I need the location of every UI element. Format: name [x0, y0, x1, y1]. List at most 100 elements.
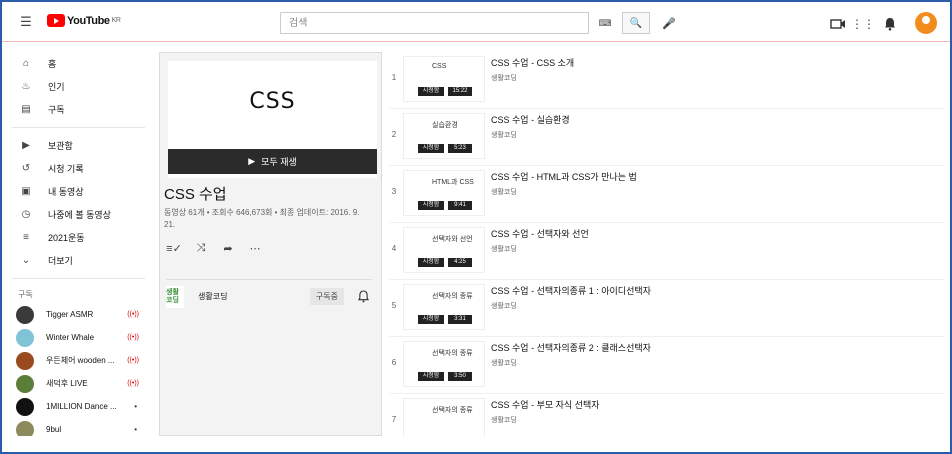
- watched-badge: 시청함: [418, 87, 444, 96]
- playlist-video-row[interactable]: 3 HTML과 CSS 시청함 9:41 CSS 수업 - HTML과 CSS가…: [389, 166, 944, 223]
- mic-icon[interactable]: 🎤: [658, 12, 680, 34]
- search-button[interactable]: 🔍: [622, 12, 650, 34]
- video-index: 2: [391, 130, 397, 139]
- channel-name: 1MILLION Dance ...: [46, 402, 117, 411]
- more-options-icon[interactable]: ⋯: [245, 238, 265, 258]
- video-channel[interactable]: 생활코딩: [491, 301, 651, 311]
- video-thumbnail[interactable]: HTML과 CSS 시청함 9:41: [403, 170, 485, 216]
- video-channel[interactable]: 생활코딩: [491, 415, 600, 425]
- sidebar-item-history[interactable]: ↺ 시청 기록: [12, 157, 145, 180]
- sidebar-item-my-videos[interactable]: ▣ 내 동영상: [12, 180, 145, 203]
- video-title[interactable]: CSS 수업 - HTML과 CSS가 만나는 법: [491, 170, 637, 183]
- video-title[interactable]: CSS 수업 - 실습환경: [491, 113, 570, 126]
- live-indicator-icon: ((•)): [127, 334, 139, 341]
- playlist-title: CSS 수업: [164, 186, 227, 203]
- video-thumbnail[interactable]: 선택자의 종류: [403, 398, 485, 436]
- sidebar-item-label: 2021운동: [48, 233, 85, 243]
- search-input[interactable]: [280, 12, 589, 34]
- sidebar-item-playlist[interactable]: ≡ 2021운동: [12, 226, 145, 249]
- sidebar-item-library[interactable]: ▶ 보관함: [12, 134, 145, 157]
- subscription-item[interactable]: 새덕후 LIVE ((•)): [12, 372, 145, 395]
- sidebar-item-label: 시청 기록: [48, 164, 84, 174]
- save-playlist-icon[interactable]: ≡✓: [164, 238, 184, 258]
- video-thumbnail[interactable]: 선택자와 선언 시청함 4:25: [403, 227, 485, 273]
- video-thumbnail[interactable]: 선택자의 종류 시청함 3:31: [403, 284, 485, 330]
- video-channel[interactable]: 생활코딩: [491, 130, 570, 140]
- shuffle-icon[interactable]: ⤨: [191, 238, 211, 258]
- sidebar-item-subscriptions[interactable]: ▤ 구독: [12, 98, 145, 121]
- video-info: CSS 수업 - 실습환경 생활코딩: [491, 113, 570, 140]
- video-title[interactable]: CSS 수업 - 선택자의종류 1 : 아이디선택자: [491, 284, 651, 297]
- play-all-label: 모두 재생: [261, 157, 297, 167]
- subscribed-button[interactable]: 구독중: [309, 288, 344, 305]
- playlist-icon: ≡: [23, 232, 29, 243]
- playlist-video-row[interactable]: 6 선택자의 종류 시청함 3:50 CSS 수업 - 선택자의종류 2 : 클…: [389, 337, 944, 394]
- video-index: 4: [391, 244, 397, 253]
- sidebar-item-watch-later[interactable]: ◷ 나중에 볼 동영상: [12, 203, 145, 226]
- sidebar-item-trending[interactable]: ♨ 인기: [12, 75, 145, 98]
- sidebar-item-label: 나중에 볼 동영상: [48, 210, 111, 220]
- flame-icon: ♨: [21, 81, 31, 92]
- video-title[interactable]: CSS 수업 - 부모 자식 선택자: [491, 398, 600, 411]
- video-channel[interactable]: 생활코딩: [491, 187, 637, 197]
- video-title[interactable]: CSS 수업 - CSS 소개: [491, 56, 574, 69]
- watched-badge: 시청함: [418, 258, 444, 267]
- notification-bell-icon[interactable]: [354, 288, 372, 306]
- subscription-item[interactable]: 9bul •: [12, 418, 145, 436]
- apps-grid-icon[interactable]: ⋮⋮: [851, 14, 875, 34]
- video-thumbnail[interactable]: CSS 시청함 15:22: [403, 56, 485, 102]
- play-all-button[interactable]: ▶ 모두 재생: [168, 149, 377, 174]
- create-video-icon[interactable]: [828, 14, 848, 34]
- channel-avatar: [16, 397, 34, 416]
- new-content-dot-icon: •: [134, 402, 137, 411]
- share-icon[interactable]: ➦: [218, 238, 238, 258]
- playlist-video-row[interactable]: 1 CSS 시청함 15:22 CSS 수업 - CSS 소개 생활코딩: [389, 52, 944, 109]
- history-icon: ↺: [21, 163, 31, 174]
- video-thumbnail[interactable]: 선택자의 종류 시청함 3:50: [403, 341, 485, 387]
- video-channel[interactable]: 생활코딩: [491, 73, 574, 83]
- sidebar-item-label: 인기: [48, 82, 65, 92]
- sidebar-item-label: 내 동영상: [48, 187, 84, 197]
- new-content-dot-icon: •: [134, 425, 137, 434]
- playlist-video-row[interactable]: 2 실습환경 시청함 5:23 CSS 수업 - 실습환경 생활코딩: [389, 109, 944, 166]
- playlist-actions: ≡✓ ⤨ ➦ ⋯: [164, 238, 265, 258]
- live-indicator-icon: ((•)): [127, 357, 139, 364]
- watched-badge: 시청함: [418, 372, 444, 381]
- thumbnail-caption: CSS: [432, 63, 447, 70]
- video-index: 7: [391, 415, 397, 424]
- playlist-video-row[interactable]: 7 선택자의 종류 CSS 수업 - 부모 자식 선택자 생활코딩: [389, 394, 944, 436]
- my-videos-icon: ▣: [21, 186, 31, 197]
- keyboard-icon[interactable]: ⌨: [598, 16, 612, 30]
- thumbnail-caption: 선택자의 종류: [432, 293, 473, 300]
- logo-text: YouTube: [67, 14, 110, 27]
- subscription-item[interactable]: 1MILLION Dance ... •: [12, 395, 145, 418]
- duration-badge: 4:25: [448, 258, 472, 267]
- home-icon: ⌂: [22, 58, 30, 69]
- video-info: CSS 수업 - CSS 소개 생활코딩: [491, 56, 574, 83]
- video-channel[interactable]: 생활코딩: [491, 244, 589, 254]
- menu-icon[interactable]: ☰: [14, 10, 38, 34]
- youtube-playlist-page: ☰ YouTube KR ⌨ 🔍 🎤 ⋮⋮ ⌂ 홈 ♨ 인기 ▤: [0, 0, 952, 454]
- watched-badge: 시청함: [418, 201, 444, 210]
- subscription-item[interactable]: Tigger ASMR ((•)): [12, 303, 145, 326]
- sidebar-divider: [12, 278, 145, 279]
- video-thumbnail[interactable]: 실습환경 시청함 5:23: [403, 113, 485, 159]
- video-channel[interactable]: 생활코딩: [491, 358, 651, 368]
- playlist-video-row[interactable]: 4 선택자와 선언 시청함 4:25 CSS 수업 - 선택자와 선언 생활코딩: [389, 223, 944, 280]
- notifications-bell-icon[interactable]: [882, 14, 898, 34]
- sidebar-item-show-more[interactable]: ⌄ 더보기: [12, 249, 145, 272]
- thumbnail-caption: 선택자와 선언: [432, 236, 473, 243]
- video-title[interactable]: CSS 수업 - 선택자와 선언: [491, 227, 589, 240]
- youtube-logo[interactable]: YouTube KR: [47, 14, 121, 27]
- owner-name[interactable]: 생활코딩: [198, 291, 227, 302]
- channel-name: 우든체어 wooden ...: [46, 356, 115, 365]
- youtube-play-icon: [47, 14, 65, 27]
- owner-avatar[interactable]: 생활코딩: [166, 285, 184, 308]
- playlist-video-row[interactable]: 5 선택자의 종류 시청함 3:31 CSS 수업 - 선택자의종류 1 : 아…: [389, 280, 944, 337]
- account-avatar[interactable]: [915, 12, 937, 34]
- playlist-thumbnail-text: CSS: [249, 89, 296, 114]
- sidebar-item-home[interactable]: ⌂ 홈: [12, 52, 145, 75]
- video-title[interactable]: CSS 수업 - 선택자의종류 2 : 클래스선택자: [491, 341, 651, 354]
- subscription-item[interactable]: Winter Whale ((•)): [12, 326, 145, 349]
- subscription-item[interactable]: 우든체어 wooden ... ((•)): [12, 349, 145, 372]
